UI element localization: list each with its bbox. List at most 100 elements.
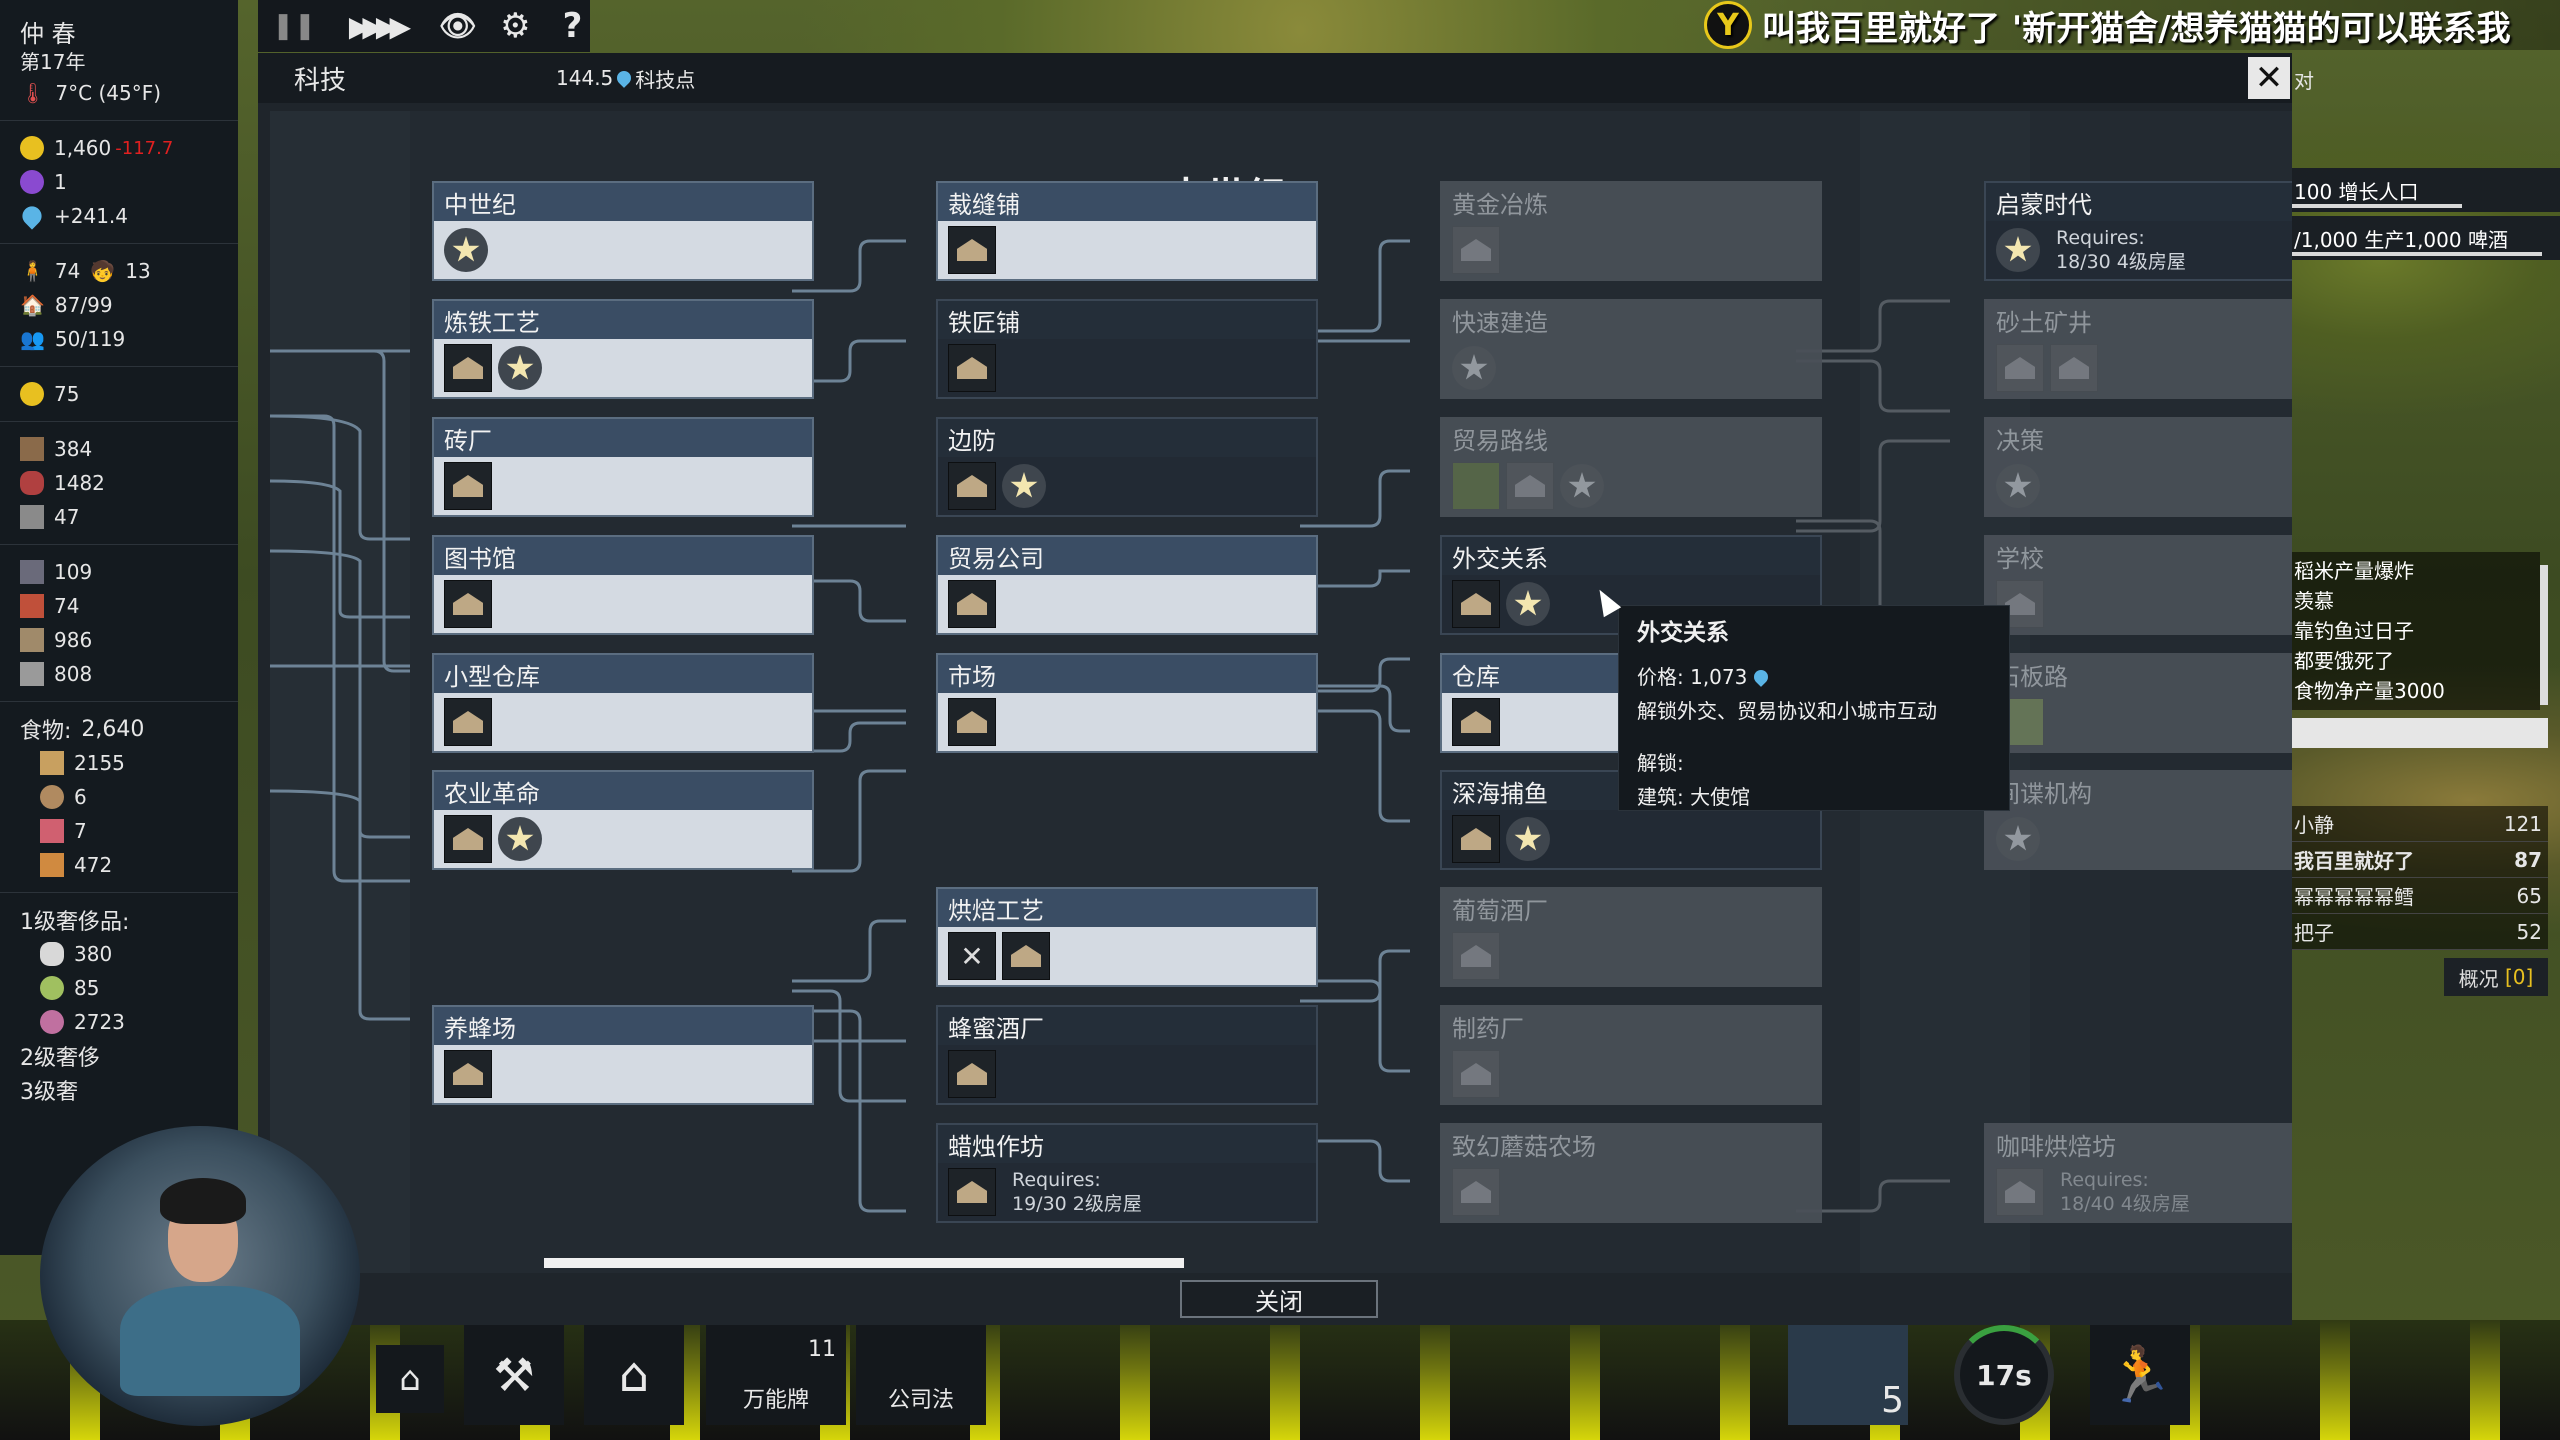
building-icon[interactable] [948,344,996,392]
speed-runner-button[interactable]: 🏃 [2090,1325,2190,1425]
star-icon[interactable] [1996,817,2040,861]
overview-button[interactable]: 概况 [0] [2444,958,2548,996]
food-total-row[interactable]: 食物: 2,640 [20,712,238,746]
building-icon[interactable] [1452,698,1500,746]
close-icon[interactable]: ✕ [2248,57,2290,99]
building-icon[interactable] [1452,1050,1500,1098]
building-icon[interactable] [1452,1168,1500,1216]
score-row[interactable]: 我百里就好了 87 [2292,842,2548,878]
star-icon[interactable] [498,817,542,861]
tech-node-library[interactable]: 图书馆 [432,535,814,635]
map-icon[interactable] [1452,462,1500,510]
lux2-label[interactable]: 2级奢侈 [20,1039,238,1073]
tech-node-winery[interactable]: 葡萄酒厂 [1440,887,1822,987]
building-icon[interactable] [1002,932,1050,980]
building-icon[interactable] [1996,344,2044,392]
tech-node-apiary[interactable]: 养蜂场 [432,1005,814,1105]
resource-row[interactable]: 74 [20,589,238,623]
resource-row[interactable]: 1482 [20,466,238,500]
score-row[interactable]: 把子 52 [2292,914,2548,950]
lux-row[interactable]: 380 [20,937,238,971]
tech-node-rapid-construction[interactable]: 快速建造 [1440,299,1822,399]
building-icon[interactable] [1452,932,1500,980]
building-icon[interactable] [1452,815,1500,863]
lux-row[interactable]: 2723 [20,1005,238,1039]
tech-node-brickworks[interactable]: 砖厂 [432,417,814,517]
building-icon[interactable] [948,1050,996,1098]
corporate-law-button[interactable]: 公司法 [856,1325,986,1425]
building-icon[interactable] [444,344,492,392]
tech-node-mushroom-farm[interactable]: 致幻蘑菇农场 [1440,1123,1822,1223]
lux1-label[interactable]: 1级奢侈品: [20,903,238,937]
score-row[interactable]: 幂幂幂幂幂鳕 65 [2292,878,2548,914]
tech-node-stone-road[interactable]: 石板路 [1984,653,2292,753]
tech-node-school[interactable]: 学校 [1984,535,2292,635]
tech-node-candle-workshop[interactable]: 蜡烛作坊 Requires: 19/30 2级房屋 [936,1123,1318,1223]
building-icon[interactable] [444,580,492,628]
building-icon[interactable] [948,580,996,628]
star-icon[interactable] [1996,228,2040,272]
star-icon[interactable] [1452,346,1496,390]
science-row[interactable]: +241.4 [18,199,238,233]
tech-node-border-defense[interactable]: 边防 [936,417,1318,517]
tech-node-agricultural-revolution[interactable]: 农业革命 [432,770,814,870]
tech-node-pharmacy[interactable]: 制药厂 [1440,1005,1822,1105]
help-icon[interactable]: ? [555,6,590,46]
tech-node-medieval[interactable]: 中世纪 [432,181,814,281]
tech-node-market[interactable]: 市场 [936,653,1318,753]
food-row[interactable]: 7 [20,814,238,848]
resource-row[interactable]: 109 [20,555,238,589]
building-icon[interactable] [948,462,996,510]
star-icon[interactable] [444,228,488,272]
build-tools-button[interactable]: ⚒ [464,1325,564,1425]
eye-icon[interactable]: 👁 [439,8,477,44]
tech-node-coffee-roastery[interactable]: 咖啡烘焙坊 Requires: 18/40 4级房屋 [1984,1123,2292,1223]
housing-button[interactable]: ⌂ [584,1325,684,1425]
tech-node-enlightenment[interactable]: 启蒙时代 Requires: 18/30 4级房屋 [1984,181,2292,281]
happiness-row[interactable]: 75 [20,377,238,411]
queue-card[interactable]: 5 [1788,1325,1908,1425]
building-icon[interactable] [1452,226,1500,274]
wildcard-button[interactable]: 11 万能牌 [706,1325,846,1425]
building-icon[interactable] [444,698,492,746]
tech-node-tailor[interactable]: 裁缝铺 [936,181,1318,281]
tech-node-small-warehouse[interactable]: 小型仓库 [432,653,814,753]
tech-node-sand-mine[interactable]: 砂土矿井 [1984,299,2292,399]
building-icon[interactable] [948,698,996,746]
building-icon[interactable] [948,226,996,274]
population-row[interactable]: 🧍 74 🧒 13 [20,254,238,288]
resource-row[interactable]: 986 [20,623,238,657]
resource-row[interactable]: 384 [20,432,238,466]
pause-button[interactable]: ❚❚ [272,8,316,44]
star-icon[interactable] [1506,817,1550,861]
tech-node-trading-company[interactable]: 贸易公司 [936,535,1318,635]
star-icon[interactable] [1996,464,2040,508]
building-icon[interactable] [948,1168,996,1216]
star-icon[interactable] [1560,464,1604,508]
food-row[interactable]: 6 [20,780,238,814]
building-icon[interactable] [444,462,492,510]
gear-icon[interactable]: ⚙ [498,6,533,46]
star-icon[interactable] [1002,464,1046,508]
tech-node-meadery[interactable]: 蜂蜜酒厂 [936,1005,1318,1105]
tech-node-spy-agency[interactable]: 间谍机构 [1984,770,2292,870]
building-icon[interactable] [444,815,492,863]
windmill-icon[interactable]: ✕ [948,932,996,980]
tech-node-ironworking[interactable]: 炼铁工艺 [432,299,814,399]
lux3-label[interactable]: 3级奢 [20,1073,238,1107]
building-icon[interactable] [2050,344,2098,392]
star-icon[interactable] [1506,582,1550,626]
building-icon[interactable] [1996,1168,2044,1216]
turn-timer[interactable]: 17s [1954,1325,2054,1425]
score-row[interactable]: 小静 121 [2292,806,2548,842]
resource-row[interactable]: 808 [20,657,238,691]
build-add-button[interactable]: ⌂ [376,1345,444,1413]
lux-row[interactable]: 85 [20,971,238,1005]
close-button[interactable]: 关闭 [1180,1280,1378,1318]
road-icon[interactable] [1506,462,1554,510]
fast-forward-button[interactable]: ▶▶▶▶ [334,8,418,44]
star-icon[interactable] [498,346,542,390]
building-icon[interactable] [444,1050,492,1098]
building-icon[interactable] [1452,580,1500,628]
event-scrollbar[interactable] [2540,565,2548,705]
